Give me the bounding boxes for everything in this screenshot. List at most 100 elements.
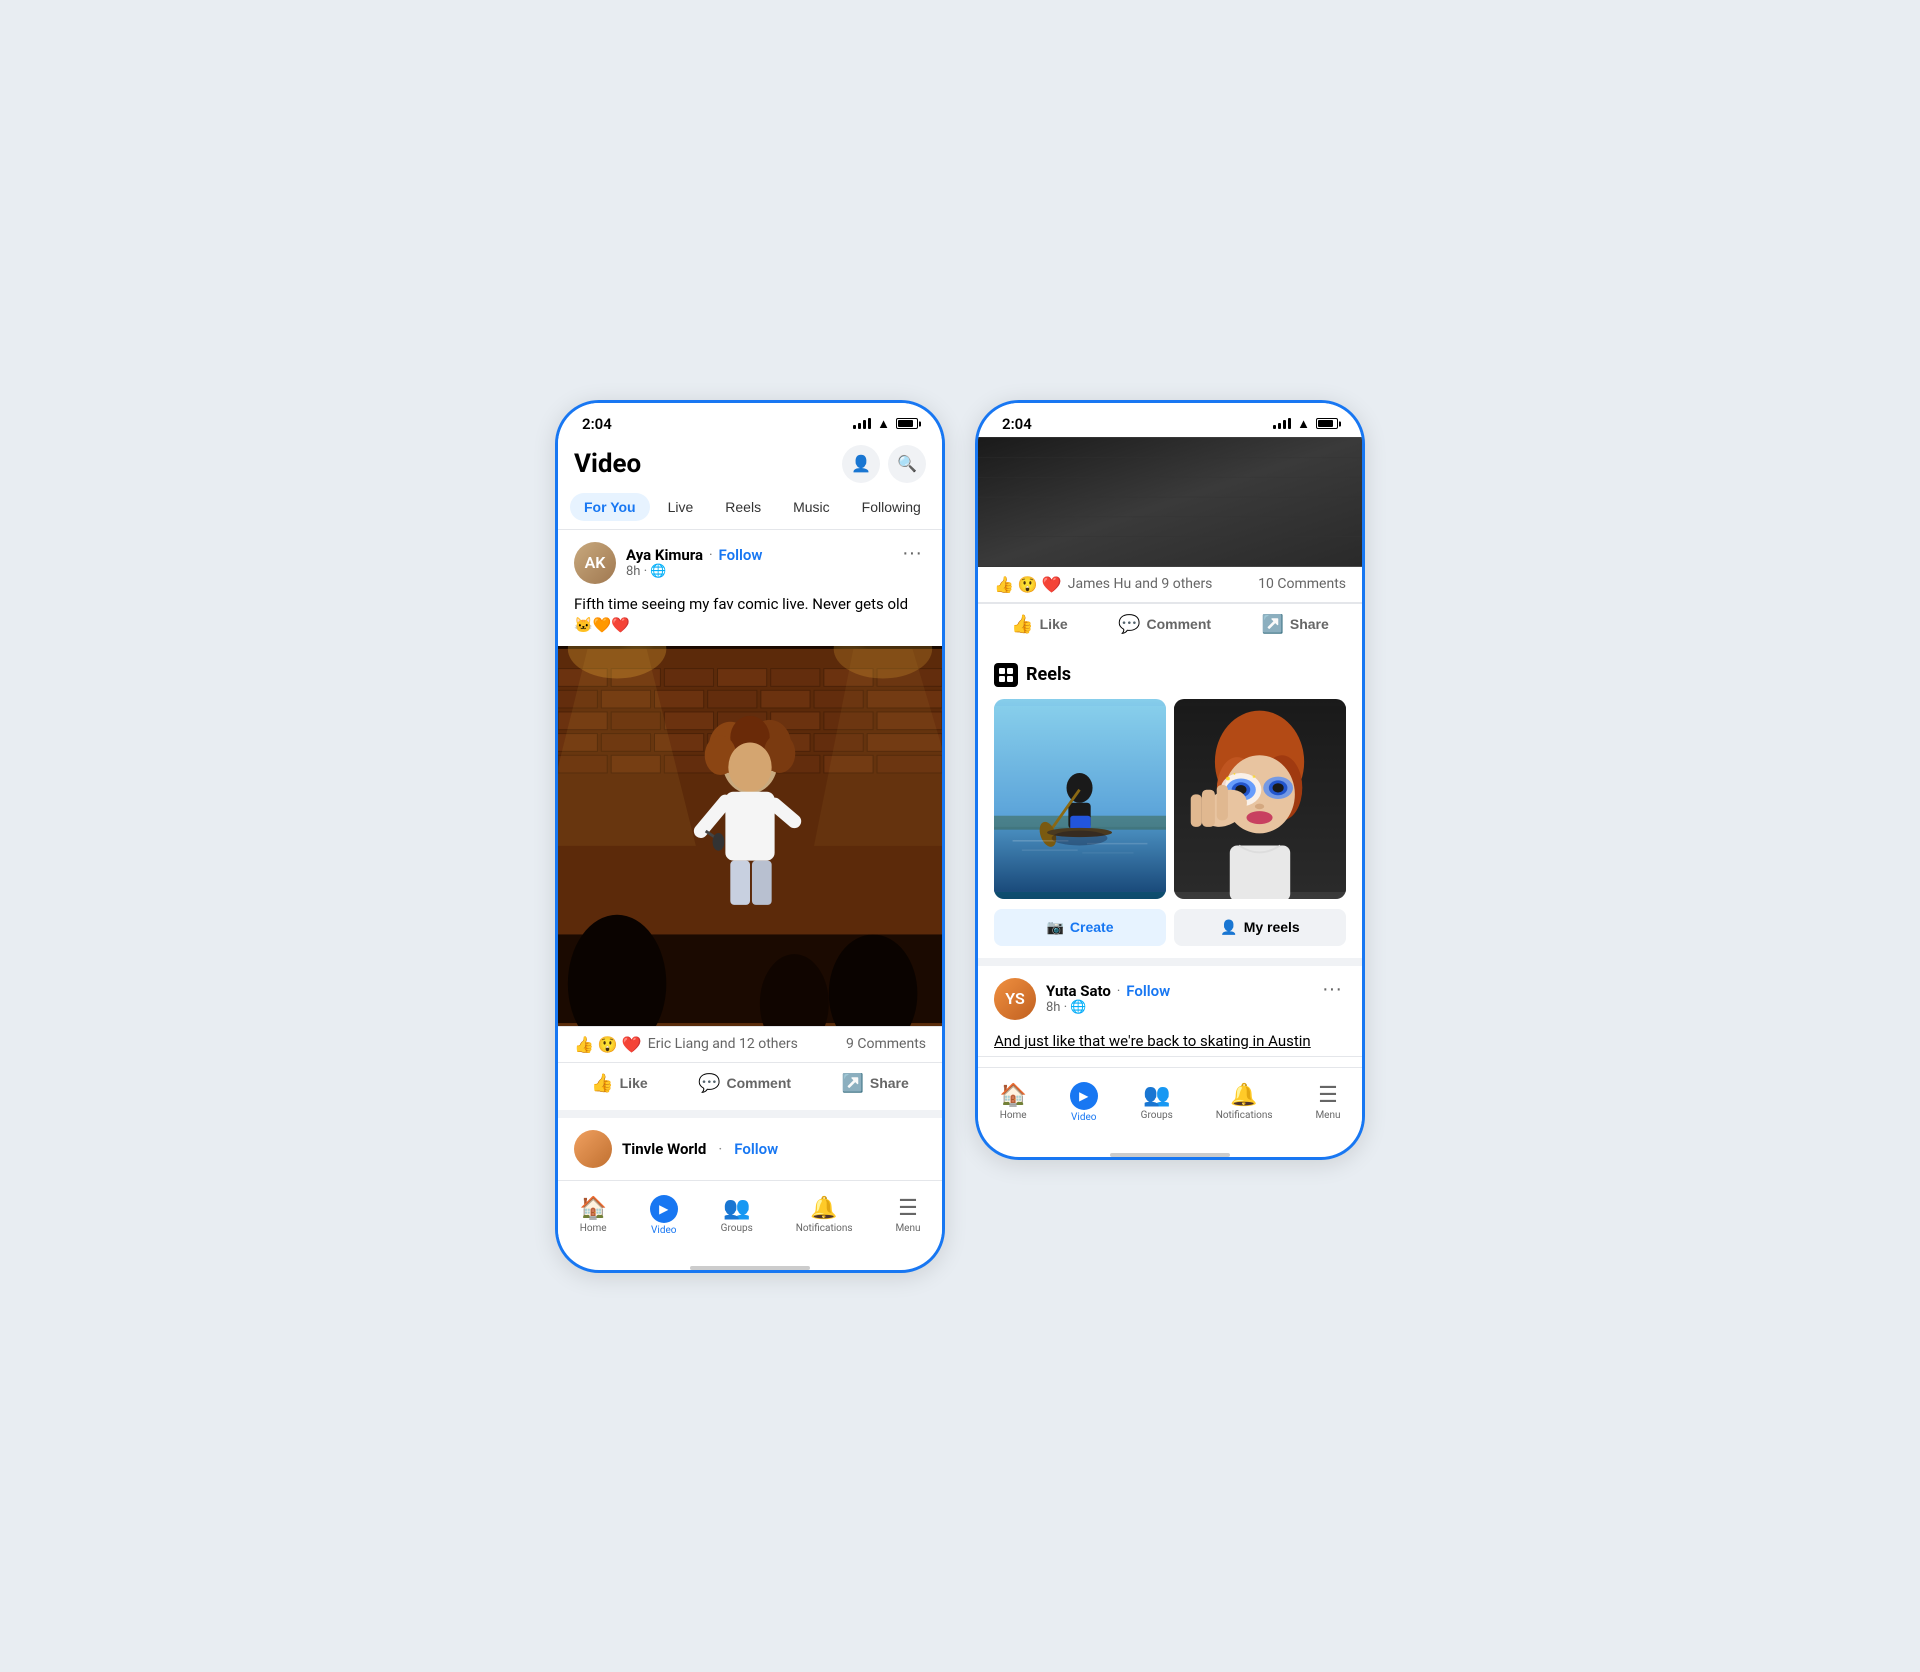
nav-notif-label-2: Notifications xyxy=(1216,1110,1273,1121)
video-icon-active-2: ▶ xyxy=(1070,1082,1098,1110)
person-circle-icon: 👤 xyxy=(1220,919,1237,936)
love-emoji: ❤️ xyxy=(622,1035,642,1054)
bell-icon-2: 🔔 xyxy=(1230,1083,1257,1108)
avatar-img-2: YS xyxy=(994,978,1036,1020)
nav-notifications-2[interactable]: 🔔 Notifications xyxy=(1204,1079,1285,1125)
nav-video-label-1: Video xyxy=(651,1225,676,1236)
home-icon-2: 🏠 xyxy=(999,1083,1026,1108)
post-meta-2: 8h · 🌐 xyxy=(1046,1000,1170,1015)
bell-icon-1: 🔔 xyxy=(810,1196,837,1221)
signal-icon xyxy=(853,418,871,429)
post-header-1: AK Aya Kimura · Follow 8h · 🌐 ··· xyxy=(558,530,942,590)
comment-icon-1: 💬 xyxy=(698,1073,720,1094)
post-username-2: Yuta Sato xyxy=(1046,982,1111,1000)
status-icons-2: ▲ xyxy=(1273,416,1338,432)
reaction-people-1: Eric Liang and 12 others xyxy=(648,1036,798,1052)
status-icons-1: ▲ xyxy=(853,416,918,432)
like-button-1[interactable]: 👍 Like xyxy=(575,1067,663,1100)
nav-menu-1[interactable]: ☰ Menu xyxy=(883,1192,932,1238)
post-user-2: YS Yuta Sato · Follow 8h · 🌐 xyxy=(994,978,1170,1020)
more-button-2[interactable]: ··· xyxy=(1318,978,1346,1001)
post-name-row-1: Aya Kimura · Follow xyxy=(626,546,762,564)
post-image-1 xyxy=(558,646,942,1026)
nav-groups-label-2: Groups xyxy=(1141,1110,1173,1121)
reels-title: Reels xyxy=(994,663,1346,687)
follow-link-1[interactable]: Follow xyxy=(719,546,763,564)
avatar-1: AK xyxy=(574,542,616,584)
home-indicator-2 xyxy=(1110,1153,1230,1157)
share-icon-top: ↗️ xyxy=(1261,614,1283,635)
next-dot: · xyxy=(718,1140,722,1158)
status-bar-2: 2:04 ▲ xyxy=(978,403,1362,437)
profile-button[interactable]: 👤 xyxy=(842,445,880,483)
nav-notifications-1[interactable]: 🔔 Notifications xyxy=(784,1192,865,1238)
share-button-1[interactable]: ↗️ Share xyxy=(825,1067,924,1100)
wow-emoji-top: 😲 xyxy=(1018,575,1038,594)
like-icon-1: 👍 xyxy=(591,1073,613,1094)
dot-sep-1: · xyxy=(709,548,712,563)
reels-section: Reels xyxy=(978,651,1362,966)
post-user-info-2: Yuta Sato · Follow 8h · 🌐 xyxy=(1046,982,1170,1015)
next-follow[interactable]: Follow xyxy=(734,1140,778,1158)
tab-music[interactable]: Music xyxy=(779,493,844,521)
more-button-1[interactable]: ··· xyxy=(898,542,926,565)
share-label-1: Share xyxy=(870,1075,909,1091)
like-button-top[interactable]: 👍 Like xyxy=(995,608,1083,641)
post-name-row-2: Yuta Sato · Follow xyxy=(1046,982,1170,1000)
search-icon: 🔍 xyxy=(897,454,917,474)
post-2: YS Yuta Sato · Follow 8h · 🌐 ··· And jus… xyxy=(978,966,1362,1067)
search-button[interactable]: 🔍 xyxy=(888,445,926,483)
post-user-info-1: Aya Kimura · Follow 8h · 🌐 xyxy=(626,546,762,579)
nav-menu-label-1: Menu xyxy=(895,1223,920,1234)
reactions-bar-top: 👍 😲 ❤️ James Hu and 9 others 10 Comments xyxy=(978,567,1362,603)
avatar-2: YS xyxy=(994,978,1036,1020)
reels-logo-icon xyxy=(994,663,1018,687)
share-label-top: Share xyxy=(1290,616,1329,632)
status-bar-1: 2:04 ▲ xyxy=(558,403,942,437)
nav-groups-2[interactable]: 👥 Groups xyxy=(1129,1079,1185,1125)
battery-icon xyxy=(896,418,918,429)
like-icon-top: 👍 xyxy=(1011,614,1033,635)
tab-reels[interactable]: Reels xyxy=(711,493,775,521)
reels-grid xyxy=(994,699,1346,899)
comment-label-1: Comment xyxy=(726,1075,791,1091)
nav-notif-label-1: Notifications xyxy=(796,1223,853,1234)
like-emoji: 👍 xyxy=(574,1035,594,1054)
reaction-icons-1: 👍 😲 ❤️ Eric Liang and 12 others xyxy=(574,1035,798,1054)
bottom-nav-1: 🏠 Home ▶ Video 👥 Groups 🔔 Notifications … xyxy=(558,1180,942,1260)
reel-card-2[interactable] xyxy=(1174,699,1346,899)
follow-link-2[interactable]: Follow xyxy=(1126,982,1170,1000)
tab-live[interactable]: Live xyxy=(654,493,708,521)
partial-text-underline: And just like that we're back to skating… xyxy=(994,1032,1311,1050)
post-meta-1: 8h · 🌐 xyxy=(626,564,762,579)
create-label: Create xyxy=(1070,919,1114,935)
phone-1: 2:04 ▲ Video 👤 xyxy=(555,400,945,1273)
status-time-1: 2:04 xyxy=(582,415,612,433)
menu-icon-1: ☰ xyxy=(898,1196,918,1221)
nav-video-1[interactable]: ▶ Video xyxy=(638,1191,690,1240)
avatar-img-1: AK xyxy=(574,542,616,584)
comment-button-top[interactable]: 💬 Comment xyxy=(1102,608,1227,641)
reels-title-text: Reels xyxy=(1026,664,1071,685)
share-button-top[interactable]: ↗️ Share xyxy=(1245,608,1344,641)
create-reel-button[interactable]: 📷 Create xyxy=(994,909,1166,946)
nav-groups-1[interactable]: 👥 Groups xyxy=(709,1192,765,1238)
tab-following[interactable]: Following xyxy=(848,493,935,521)
reels-buttons: 📷 Create 👤 My reels xyxy=(994,909,1346,946)
home-icon-1: 🏠 xyxy=(579,1196,606,1221)
like-label-1: Like xyxy=(620,1075,648,1091)
post-header-2: YS Yuta Sato · Follow 8h · 🌐 ··· xyxy=(978,966,1362,1026)
reel-card-1[interactable] xyxy=(994,699,1166,899)
person-icon: 👤 xyxy=(851,454,871,474)
groups-icon-1: 👥 xyxy=(723,1196,750,1221)
nav-home-1[interactable]: 🏠 Home xyxy=(567,1192,618,1238)
nav-home-2[interactable]: 🏠 Home xyxy=(987,1079,1038,1125)
comment-button-1[interactable]: 💬 Comment xyxy=(682,1067,807,1100)
nav-video-2[interactable]: ▶ Video xyxy=(1058,1078,1110,1127)
nav-menu-2[interactable]: ☰ Menu xyxy=(1303,1079,1352,1125)
comment-count-1: 9 Comments xyxy=(846,1036,926,1052)
bottom-nav-2: 🏠 Home ▶ Video 👥 Groups 🔔 Notifications … xyxy=(978,1067,1362,1147)
wifi-icon-2: ▲ xyxy=(1297,416,1310,432)
tab-for-you[interactable]: For You xyxy=(570,493,650,521)
my-reels-button[interactable]: 👤 My reels xyxy=(1174,909,1346,946)
